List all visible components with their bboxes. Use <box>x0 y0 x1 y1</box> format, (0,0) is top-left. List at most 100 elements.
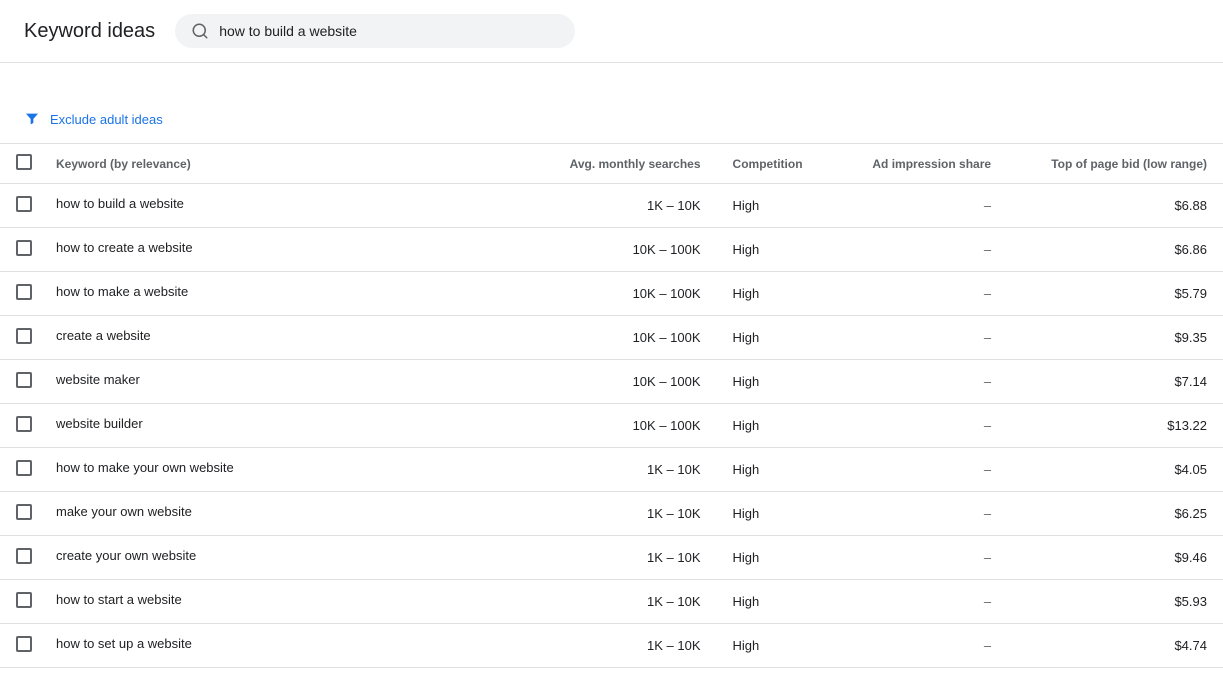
row-checkbox-cell <box>0 228 40 272</box>
row-top-bid: $9.35 <box>1007 316 1223 360</box>
row-top-bid: $13.22 <box>1007 404 1223 448</box>
row-avg-searches: 10K – 100K <box>529 228 716 272</box>
row-ad-impression: – <box>834 272 1007 316</box>
table-row: how to make a website 10K – 100K High – … <box>0 272 1223 316</box>
table-row: make your own website 1K – 10K High – $6… <box>0 492 1223 536</box>
search-bar[interactable] <box>175 14 575 48</box>
row-avg-searches: 10K – 100K <box>529 360 716 404</box>
table-row: how to start a website 1K – 10K High – $… <box>0 580 1223 624</box>
row-ad-impression: – <box>834 624 1007 668</box>
row-ad-impression: – <box>834 580 1007 624</box>
search-input[interactable] <box>219 23 559 39</box>
keyword-table-container: Keyword (by relevance) Avg. monthly sear… <box>0 144 1223 668</box>
row-top-bid: $6.25 <box>1007 492 1223 536</box>
row-checkbox[interactable] <box>16 284 32 300</box>
row-avg-searches: 1K – 10K <box>529 448 716 492</box>
row-ad-impression: – <box>834 448 1007 492</box>
filter-icon <box>24 111 40 127</box>
row-avg-searches: 10K – 100K <box>529 404 716 448</box>
row-avg-searches: 1K – 10K <box>529 624 716 668</box>
table-row: website builder 10K – 100K High – $13.22 <box>0 404 1223 448</box>
page-title: Keyword ideas <box>24 20 155 43</box>
keyword-table: Keyword (by relevance) Avg. monthly sear… <box>0 144 1223 668</box>
row-keyword: create a website <box>40 316 529 355</box>
row-checkbox[interactable] <box>16 592 32 608</box>
row-checkbox[interactable] <box>16 416 32 432</box>
row-keyword: how to start a website <box>40 580 529 619</box>
row-ad-impression: – <box>834 536 1007 580</box>
row-checkbox[interactable] <box>16 196 32 212</box>
row-competition: High <box>717 316 834 360</box>
exclude-adult-link[interactable]: Exclude adult ideas <box>50 112 163 127</box>
table-row: create a website 10K – 100K High – $9.35 <box>0 316 1223 360</box>
row-checkbox-cell <box>0 272 40 316</box>
row-avg-searches: 1K – 10K <box>529 492 716 536</box>
row-competition: High <box>717 492 834 536</box>
row-top-bid: $6.86 <box>1007 228 1223 272</box>
row-competition: High <box>717 228 834 272</box>
table-row: how to create a website 10K – 100K High … <box>0 228 1223 272</box>
row-competition: High <box>717 536 834 580</box>
row-checkbox[interactable] <box>16 328 32 344</box>
row-checkbox[interactable] <box>16 636 32 652</box>
row-checkbox-cell <box>0 536 40 580</box>
col-header-top-bid: Top of page bid (low range) <box>1007 144 1223 184</box>
table-row: create your own website 1K – 10K High – … <box>0 536 1223 580</box>
row-checkbox-cell <box>0 184 40 228</box>
row-avg-searches: 10K – 100K <box>529 272 716 316</box>
row-checkbox[interactable] <box>16 460 32 476</box>
row-keyword: make your own website <box>40 492 529 531</box>
row-keyword: how to make a website <box>40 272 529 311</box>
filter-section: Exclude adult ideas <box>0 95 1223 144</box>
row-top-bid: $4.74 <box>1007 624 1223 668</box>
row-checkbox[interactable] <box>16 372 32 388</box>
row-competition: High <box>717 404 834 448</box>
row-avg-searches: 10K – 100K <box>529 316 716 360</box>
row-top-bid: $6.88 <box>1007 184 1223 228</box>
row-ad-impression: – <box>834 228 1007 272</box>
row-checkbox[interactable] <box>16 504 32 520</box>
row-checkbox-cell <box>0 624 40 668</box>
row-avg-searches: 1K – 10K <box>529 580 716 624</box>
table-row: how to build a website 1K – 10K High – $… <box>0 184 1223 228</box>
row-competition: High <box>717 184 834 228</box>
col-header-avg-searches: Avg. monthly searches <box>529 144 716 184</box>
table-header-row: Keyword (by relevance) Avg. monthly sear… <box>0 144 1223 184</box>
table-row: website maker 10K – 100K High – $7.14 <box>0 360 1223 404</box>
row-checkbox-cell <box>0 492 40 536</box>
row-top-bid: $4.05 <box>1007 448 1223 492</box>
row-ad-impression: – <box>834 492 1007 536</box>
row-keyword: how to set up a website <box>40 624 529 663</box>
row-checkbox-cell <box>0 316 40 360</box>
row-keyword: website builder <box>40 404 529 443</box>
row-ad-impression: – <box>834 316 1007 360</box>
row-keyword: how to build a website <box>40 184 529 223</box>
row-keyword: create your own website <box>40 536 529 575</box>
row-avg-searches: 1K – 10K <box>529 184 716 228</box>
row-checkbox[interactable] <box>16 548 32 564</box>
row-ad-impression: – <box>834 184 1007 228</box>
header-checkbox-cell <box>0 144 40 184</box>
row-ad-impression: – <box>834 360 1007 404</box>
select-all-checkbox[interactable] <box>16 154 32 170</box>
search-icon <box>191 22 209 40</box>
row-competition: High <box>717 448 834 492</box>
row-ad-impression: – <box>834 404 1007 448</box>
row-avg-searches: 1K – 10K <box>529 536 716 580</box>
spacer <box>0 63 1223 95</box>
row-competition: High <box>717 360 834 404</box>
table-row: how to make your own website 1K – 10K Hi… <box>0 448 1223 492</box>
col-header-competition: Competition <box>717 144 834 184</box>
table-row: how to set up a website 1K – 10K High – … <box>0 624 1223 668</box>
row-competition: High <box>717 580 834 624</box>
row-top-bid: $5.79 <box>1007 272 1223 316</box>
row-checkbox-cell <box>0 448 40 492</box>
row-checkbox-cell <box>0 580 40 624</box>
row-top-bid: $7.14 <box>1007 360 1223 404</box>
row-competition: High <box>717 272 834 316</box>
row-keyword: website maker <box>40 360 529 399</box>
row-keyword: how to make your own website <box>40 448 529 487</box>
row-competition: High <box>717 624 834 668</box>
row-checkbox[interactable] <box>16 240 32 256</box>
page-header: Keyword ideas <box>0 0 1223 63</box>
